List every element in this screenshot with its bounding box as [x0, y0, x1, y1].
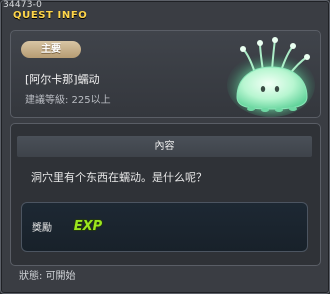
glowing-jelly-creature-icon: [227, 37, 315, 117]
quest-status: 狀態: 可開始: [19, 271, 76, 282]
quest-content-panel: 內容 洞穴里有个东西在蠕动。是什么呢？ 獎勵 EXP: [10, 123, 321, 266]
exp-text: EXP: [74, 219, 103, 234]
quest-name: [阿尔卡那]蠕动: [25, 73, 100, 86]
title-bar[interactable]: 34473-0 QUEST INFO: [1, 0, 329, 23]
content-description: 洞穴里有个东西在蠕动。是什么呢？: [31, 171, 207, 184]
quest-info-window: 34473-0 QUEST INFO 主要 [阿尔卡那]蠕动 建議等級: 225…: [0, 0, 330, 294]
exp-reward-icon: EXP: [73, 218, 103, 234]
required-level: 建議等級: 225以上: [25, 95, 111, 106]
quest-header-panel: 主要 [阿尔卡那]蠕动 建議等級: 225以上: [10, 30, 321, 118]
content-heading: 內容: [17, 136, 312, 157]
window-title: QUEST INFO: [13, 10, 88, 21]
quest-type-badge: 主要: [21, 41, 81, 58]
quest-id: 34473-0: [3, 0, 43, 10]
reward-label: 獎勵: [32, 223, 52, 234]
reward-box: 獎勵 EXP: [21, 202, 308, 252]
